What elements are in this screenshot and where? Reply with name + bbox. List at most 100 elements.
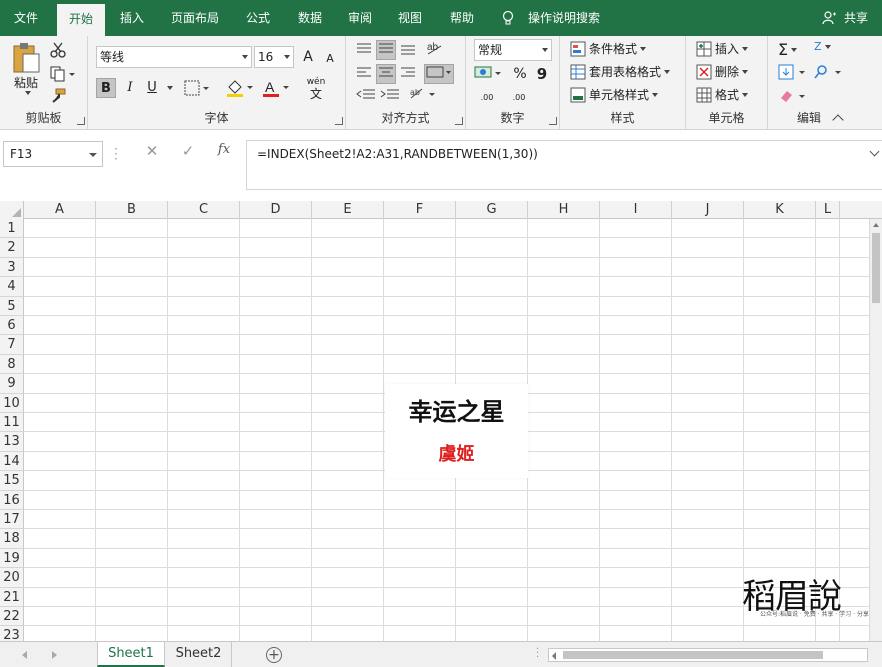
row-header[interactable]: 15: [0, 471, 24, 491]
column-header[interactable]: D: [240, 201, 312, 219]
row-header[interactable]: 17: [0, 510, 24, 530]
worksheet-grid[interactable]: ABCDEFGHIJKL 1 2 3 4 5 6 7 8 9 10 11 13 14 15 16 17 18 19…: [0, 201, 882, 641]
row-header[interactable]: 21: [0, 587, 24, 607]
row-header[interactable]: 7: [0, 335, 24, 355]
formula-input[interactable]: =INDEX(Sheet2!A2:A31,RANDBETWEEN(1,30)): [246, 140, 882, 190]
select-all-corner[interactable]: [0, 201, 24, 219]
fill-color-icon[interactable]: [226, 78, 254, 98]
row-header[interactable]: 8: [0, 354, 24, 375]
row-header[interactable]: 18: [0, 529, 24, 549]
percent-button[interactable]: %: [510, 64, 530, 84]
underline-button[interactable]: U: [142, 78, 162, 98]
format-cells-button[interactable]: 格式: [696, 86, 749, 103]
tab-insert[interactable]: 插入: [108, 0, 156, 36]
lightbulb-icon[interactable]: [502, 11, 514, 26]
row-header[interactable]: 23: [0, 626, 24, 641]
vertical-scrollbar[interactable]: [869, 219, 882, 641]
row-header[interactable]: 16: [0, 490, 24, 510]
cell-styles-button[interactable]: 单元格样式: [570, 86, 659, 103]
align-middle-button[interactable]: [376, 40, 396, 60]
horizontal-scroll-thumb[interactable]: [563, 651, 823, 659]
column-header[interactable]: B: [96, 201, 168, 219]
row-header[interactable]: 10: [0, 393, 24, 413]
tab-file[interactable]: 文件: [0, 0, 52, 36]
tell-me-search[interactable]: 操作说明搜索: [528, 0, 600, 36]
align-bottom-icon[interactable]: [400, 42, 416, 56]
clear-icon[interactable]: [778, 88, 806, 104]
row-header[interactable]: 13: [0, 432, 24, 452]
phonetic-guide-button[interactable]: wén 文: [304, 76, 328, 100]
row-header[interactable]: 1: [0, 219, 24, 239]
text-direction-icon[interactable]: ab: [408, 86, 436, 102]
scroll-left-icon[interactable]: [552, 652, 556, 660]
vertical-scroll-thumb[interactable]: [872, 233, 880, 303]
share-button[interactable]: 共享: [844, 0, 868, 36]
row-header[interactable]: 20: [0, 568, 24, 588]
column-header[interactable]: I: [600, 201, 672, 219]
orientation-icon[interactable]: ab: [426, 40, 444, 56]
format-painter-icon[interactable]: [50, 88, 66, 104]
increase-decimal-button[interactable]: .00: [474, 88, 500, 108]
borders-icon[interactable]: [184, 80, 210, 96]
tab-review[interactable]: 审阅: [338, 0, 382, 36]
column-header[interactable]: F: [384, 201, 456, 219]
winner-name[interactable]: 虞姬: [385, 440, 528, 466]
paste-button[interactable]: 粘贴: [8, 42, 44, 102]
insert-function-button[interactable]: fx: [211, 142, 237, 157]
tab-data[interactable]: 数据: [288, 0, 332, 36]
row-header[interactable]: 11: [0, 413, 24, 433]
sort-filter-button[interactable]: Z: [814, 40, 831, 53]
tab-split-handle[interactable]: · · ·: [536, 645, 539, 663]
row-header[interactable]: 14: [0, 451, 24, 472]
column-header[interactable]: G: [456, 201, 528, 219]
delete-cells-button[interactable]: 删除: [696, 63, 749, 80]
column-header[interactable]: H: [528, 201, 600, 219]
dialog-launcher-icon[interactable]: [549, 117, 557, 125]
column-header[interactable]: C: [168, 201, 240, 219]
tab-formulas[interactable]: 公式: [236, 0, 280, 36]
tab-page-layout[interactable]: 页面布局: [162, 0, 228, 36]
autosum-button[interactable]: Σ: [778, 40, 798, 59]
sheet-tab-sheet1[interactable]: Sheet1: [97, 642, 165, 667]
grow-font-button[interactable]: A: [298, 47, 318, 67]
row-header[interactable]: 6: [0, 316, 24, 336]
row-header[interactable]: 22: [0, 607, 24, 627]
dialog-launcher-icon[interactable]: [335, 117, 343, 125]
horizontal-scrollbar[interactable]: [548, 648, 868, 662]
row-header[interactable]: 3: [0, 257, 24, 278]
dialog-launcher-icon[interactable]: [77, 117, 85, 125]
next-sheet-icon[interactable]: [52, 651, 57, 659]
enter-button[interactable]: ✓: [175, 142, 201, 160]
column-header[interactable]: A: [24, 201, 96, 219]
copy-icon[interactable]: [50, 66, 76, 82]
conditional-formatting-button[interactable]: 条件格式: [570, 40, 647, 57]
insert-cells-button[interactable]: 插入: [696, 40, 749, 57]
align-center-button[interactable]: [376, 64, 396, 84]
italic-button[interactable]: I: [120, 78, 140, 98]
tab-home[interactable]: 开始: [57, 4, 105, 36]
sheet-tab-sheet2[interactable]: Sheet2: [166, 642, 232, 667]
format-as-table-button[interactable]: 套用表格格式: [570, 63, 671, 80]
decrease-decimal-button[interactable]: .00: [506, 88, 532, 108]
font-name-combo[interactable]: 等线: [96, 46, 252, 68]
column-header[interactable]: E: [312, 201, 384, 219]
tab-view[interactable]: 视图: [388, 0, 432, 36]
bold-button[interactable]: B: [96, 78, 116, 98]
cancel-button[interactable]: ✕: [139, 142, 165, 160]
previous-sheet-icon[interactable]: [22, 651, 27, 659]
align-top-icon[interactable]: [356, 42, 372, 56]
increase-indent-icon[interactable]: [380, 88, 400, 102]
shrink-font-button[interactable]: A: [320, 49, 340, 69]
number-format-combo[interactable]: 常规: [474, 39, 552, 61]
add-sheet-button[interactable]: +: [266, 647, 282, 663]
row-header[interactable]: 4: [0, 277, 24, 297]
column-header[interactable]: K: [744, 201, 816, 219]
align-left-icon[interactable]: [356, 66, 372, 80]
find-select-icon[interactable]: [814, 64, 842, 80]
font-size-combo[interactable]: 16: [254, 46, 294, 68]
column-header[interactable]: L: [816, 201, 840, 219]
row-header[interactable]: 9: [0, 374, 24, 394]
column-header[interactable]: J: [672, 201, 744, 219]
align-right-icon[interactable]: [400, 66, 416, 80]
name-box[interactable]: F13: [3, 141, 103, 167]
